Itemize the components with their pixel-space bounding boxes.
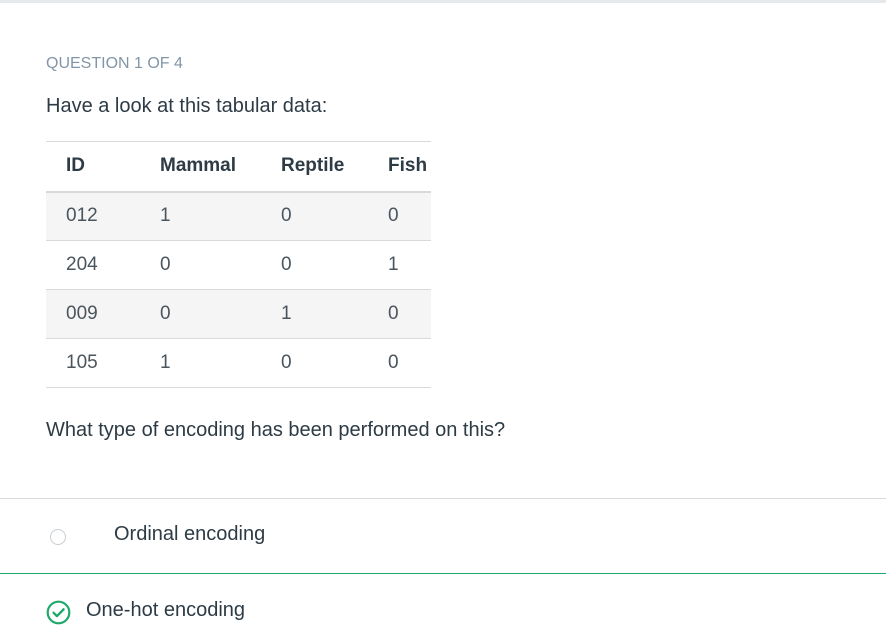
check-circle-icon (46, 600, 71, 625)
table-cell: 0 (261, 240, 368, 290)
table-cell: 0 (261, 191, 368, 241)
table-row: 012 1 0 0 (46, 191, 431, 241)
answer-option-ordinal[interactable]: Ordinal encoding (0, 498, 886, 573)
table-row: 105 1 0 0 (46, 338, 431, 388)
top-divider (0, 0, 886, 3)
question-text: What type of encoding has been performed… (46, 419, 506, 441)
question-prompt: Have a look at this tabular data: (46, 95, 328, 117)
table-cell: 1 (140, 191, 261, 241)
table-cell: 0 (140, 289, 261, 339)
table-cell: 0 (368, 338, 431, 388)
column-header-fish: Fish (368, 141, 431, 193)
answer-label: One-hot encoding (86, 599, 246, 621)
table-cell: 0 (368, 289, 431, 339)
table-cell: 204 (46, 240, 140, 290)
answer-label: Ordinal encoding (114, 523, 266, 545)
table-cell: 012 (46, 191, 140, 241)
data-table: ID Mammal Reptile Fish 012 1 0 0 204 0 0… (46, 141, 431, 388)
table-cell: 0 (261, 338, 368, 388)
answer-option-one-hot[interactable]: One-hot encoding (0, 573, 886, 642)
radio-unselected-icon[interactable] (50, 529, 66, 545)
table-cell: 1 (261, 289, 368, 339)
table-cell: 0 (368, 191, 431, 241)
column-header-mammal: Mammal (140, 141, 261, 193)
question-progress-label: QUESTION 1 OF 4 (46, 55, 183, 72)
table-cell: 1 (368, 240, 431, 290)
table-row: 009 0 1 0 (46, 289, 431, 339)
column-header-reptile: Reptile (261, 141, 368, 193)
table-header-row: ID Mammal Reptile Fish (46, 141, 431, 193)
table-cell: 009 (46, 289, 140, 339)
column-header-id: ID (46, 141, 140, 193)
table-cell: 105 (46, 338, 140, 388)
table-cell: 0 (140, 240, 261, 290)
table-row: 204 0 0 1 (46, 240, 431, 290)
table-cell: 1 (140, 338, 261, 388)
